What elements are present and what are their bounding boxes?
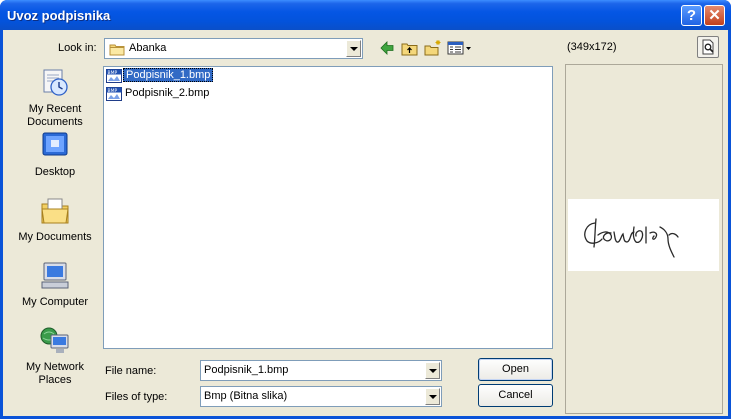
- place-desktop[interactable]: Desktop: [15, 130, 95, 179]
- help-icon[interactable]: ?: [681, 5, 702, 26]
- place-my-documents[interactable]: My Documents: [15, 195, 95, 244]
- preview-pane: [565, 64, 723, 414]
- lookin-dropdown[interactable]: Abanka: [104, 38, 363, 59]
- back-arrow-icon[interactable]: [378, 39, 396, 57]
- filename-label: File name:: [105, 365, 157, 377]
- chevron-down-icon[interactable]: [425, 362, 440, 379]
- filename-input[interactable]: Podpisnik_1.bmp: [200, 360, 442, 381]
- network-places-icon: [40, 327, 69, 353]
- new-folder-icon[interactable]: [424, 39, 442, 57]
- dialog-window: Uvoz podpisnika ? ✕ Look in: Abanka (349…: [0, 0, 731, 419]
- open-button[interactable]: Open: [478, 358, 553, 381]
- filename-value: Podpisnik_1.bmp: [204, 364, 289, 376]
- dialog-client: Look in: Abanka (349x172) My Recent Docu…: [3, 30, 728, 416]
- file-name: Podpisnik_1.bmp: [123, 68, 214, 82]
- place-label: My Recent Documents: [27, 103, 83, 128]
- view-menu-icon[interactable]: [447, 39, 473, 57]
- lookin-value: Abanka: [129, 42, 167, 54]
- window-title: Uvoz podpisnika: [7, 8, 111, 23]
- chevron-down-icon[interactable]: [346, 40, 361, 57]
- signature-preview-image: [568, 199, 719, 271]
- file-name: Podpisnik_2.bmp: [125, 87, 210, 99]
- lookin-label: Look in:: [58, 42, 97, 54]
- bmp-file-icon: BMP: [106, 69, 122, 83]
- my-computer-icon: [41, 262, 69, 289]
- desktop-icon: [42, 132, 68, 156]
- recent-documents-icon: [43, 69, 68, 96]
- close-icon[interactable]: ✕: [704, 5, 725, 26]
- cancel-button[interactable]: Cancel: [478, 384, 553, 407]
- filetype-value: Bmp (Bitna slika): [204, 390, 288, 402]
- preview-toggle-button[interactable]: [697, 36, 719, 58]
- svg-text:BMP: BMP: [108, 70, 118, 76]
- up-folder-icon[interactable]: [401, 39, 419, 57]
- place-label: My Documents: [18, 231, 92, 243]
- file-list[interactable]: BMP Podpisnik_1.bmp BMP Podpisnik_2.bmp: [103, 66, 553, 349]
- svg-text:BMP: BMP: [108, 88, 118, 94]
- place-my-network-places[interactable]: My Network Places: [15, 325, 95, 387]
- place-label: My Computer: [21, 296, 89, 308]
- filetype-dropdown[interactable]: Bmp (Bitna slika): [200, 386, 442, 407]
- place-my-computer[interactable]: My Computer: [15, 260, 95, 309]
- my-documents-icon: [41, 198, 69, 224]
- chevron-down-icon[interactable]: [425, 388, 440, 405]
- place-label: Desktop: [34, 166, 76, 178]
- filetype-label: Files of type:: [105, 391, 168, 403]
- preview-size-text: (349x172): [567, 41, 617, 53]
- folder-icon: [109, 44, 125, 56]
- place-label: My Network Places: [25, 361, 85, 386]
- preview-icon: [702, 39, 714, 55]
- title-bar[interactable]: Uvoz podpisnika ? ✕: [0, 0, 731, 30]
- place-my-recent-documents[interactable]: My Recent Documents: [15, 67, 95, 129]
- bmp-file-icon: BMP: [106, 87, 122, 101]
- signature-image: [584, 218, 679, 258]
